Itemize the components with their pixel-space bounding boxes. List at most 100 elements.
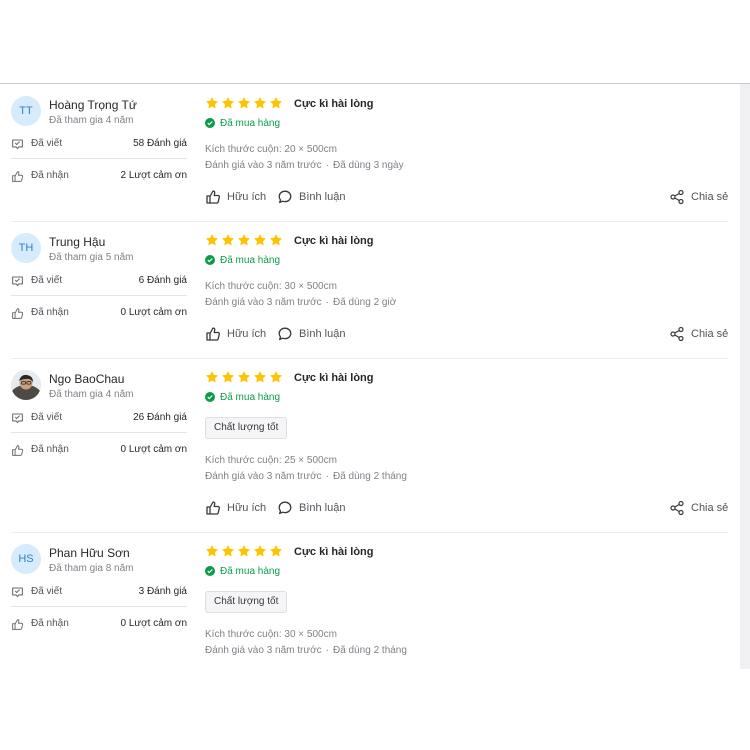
reviewer-name[interactable]: Phan Hữu Sơn [49,546,130,560]
review-written-icon [12,413,23,424]
stat-thanks-received: Đã nhận 0 Lượt cảm ơn [11,444,187,458]
review-meta: Đánh giá vào 3 năm trước · Đã dùng 3 ngày [205,160,404,171]
stat-value: 6 Đánh giá [138,275,187,286]
star-icon [237,371,251,383]
thumbs-up-icon [12,445,24,456]
star-icon [221,234,235,246]
comment-label: Bình luận [299,328,346,340]
variant-size: Kích thước cuộn: 30 × 500cm [205,629,337,640]
verified-label: Đã mua hàng [220,391,281,403]
review-tag: Chất lượng tốt [205,591,288,613]
review-date: Đánh giá vào 3 năm trước [205,471,322,482]
rating-label: Cực kì hài lòng [294,372,374,384]
comment-button[interactable]: Bình luận [277,189,345,205]
review-item: HS Phan Hữu Sơn Đã tham gia 8 năm Đã viế… [0,532,740,669]
helpful-button[interactable]: Hữu ích [205,189,266,205]
thumbs-up-icon [206,327,220,341]
reviewer-name[interactable]: Hoàng Trọng Tứ [49,98,137,112]
variant-size: Kích thước cuộn: 25 × 500cm [205,455,337,466]
meta-separator: · [325,471,329,482]
rating-stars [205,233,283,247]
star-icon [237,545,251,557]
stat-reviews-written: Đã viết 58 Đánh giá [11,138,187,152]
thumbs-up-icon [12,308,24,319]
star-icon [269,97,283,109]
review-written-icon [12,139,23,150]
check-circle-icon [205,566,215,576]
verified-label: Đã mua hàng [220,117,281,129]
share-button[interactable]: Chia sẻ [669,500,728,516]
rating-stars [205,370,283,384]
comment-icon [278,190,292,204]
star-icon [205,545,219,557]
check-circle-icon [205,118,215,128]
joined-duration: Đã tham gia 8 năm [49,563,134,574]
review-meta: Đánh giá vào 3 năm trước · Đã dùng 2 tháng [205,471,407,482]
verified-purchase: Đã mua hàng [205,117,280,129]
stat-divider [11,158,187,159]
star-icon [237,234,251,246]
stat-label: Đã viết [31,586,63,597]
star-icon [253,545,267,557]
stat-thanks-received: Đã nhận 0 Lượt cảm ơn [11,307,187,321]
stat-reviews-written: Đã viết 3 Đánh giá [11,586,187,600]
review-item: TT Hoàng Trọng Tứ Đã tham gia 4 năm Đã v… [0,84,740,221]
comment-button[interactable]: Bình luận [277,326,345,342]
verified-purchase: Đã mua hàng [205,254,280,266]
stat-label: Đã viết [31,275,63,286]
avatar[interactable]: TH [11,233,41,263]
stat-value: 3 Đánh giá [138,586,187,597]
rating-stars [205,544,283,558]
stat-label: Đã viết [31,412,63,423]
review-item: TH Trung Hậu Đã tham gia 5 năm Đã viết 6… [0,221,740,358]
share-button[interactable]: Chia sẻ [669,189,728,205]
comment-label: Bình luận [299,502,346,514]
helpful-button[interactable]: Hữu ích [205,326,266,342]
star-icon [221,545,235,557]
review-item: Ngo BaoChau Đã tham gia 4 năm Đã viết 26… [0,358,740,532]
stat-label: Đã nhận [31,444,69,455]
rating-label: Cực kì hài lòng [294,235,374,247]
share-label: Chia sẻ [691,328,729,340]
variant-size: Kích thước cuộn: 30 × 500cm [205,281,337,292]
reviewer-name[interactable]: Trung Hậu [49,235,105,249]
usage-duration: Đã dùng 2 tháng [332,645,407,656]
star-icon [253,97,267,109]
stat-label: Đã nhận [31,307,69,318]
stat-thanks-received: Đã nhận 0 Lượt cảm ơn [11,618,187,632]
joined-duration: Đã tham gia 4 năm [49,389,134,400]
review-date: Đánh giá vào 3 năm trước [205,645,322,656]
reviewer-name[interactable]: Ngo BaoChau [49,372,124,386]
star-icon [253,371,267,383]
avatar[interactable]: TT [11,96,41,126]
variant-size: Kích thước cuộn: 20 × 500cm [205,144,337,155]
review-date: Đánh giá vào 3 năm trước [205,297,322,308]
stat-value: 58 Đánh giá [133,138,187,149]
share-icon [670,326,684,342]
usage-duration: Đã dùng 3 ngày [332,160,404,171]
stat-label: Đã nhận [31,618,69,629]
avatar[interactable] [11,370,41,400]
helpful-button[interactable]: Hữu ích [205,500,266,516]
stat-label: Đã viết [31,138,63,149]
stat-value: 0 Lượt cảm ơn [120,307,188,318]
avatar[interactable]: HS [11,544,41,574]
stat-divider [11,432,187,433]
star-icon [221,97,235,109]
stat-reviews-written: Đã viết 26 Đánh giá [11,412,187,426]
comment-icon [278,327,292,341]
stat-thanks-received: Đã nhận 2 Lượt cảm ơn [11,170,187,184]
share-icon [670,500,684,516]
scrollbar-track[interactable] [740,84,750,669]
comment-icon [278,501,292,515]
share-button[interactable]: Chia sẻ [669,326,728,342]
usage-duration: Đã dùng 2 tháng [332,471,407,482]
thumbs-up-icon [12,619,24,630]
comment-button[interactable]: Bình luận [277,500,345,516]
stat-reviews-written: Đã viết 6 Đánh giá [11,275,187,289]
star-icon [221,371,235,383]
star-icon [269,234,283,246]
stat-divider [11,295,187,296]
review-tag: Chất lượng tốt [205,417,288,439]
comment-label: Bình luận [299,191,346,203]
